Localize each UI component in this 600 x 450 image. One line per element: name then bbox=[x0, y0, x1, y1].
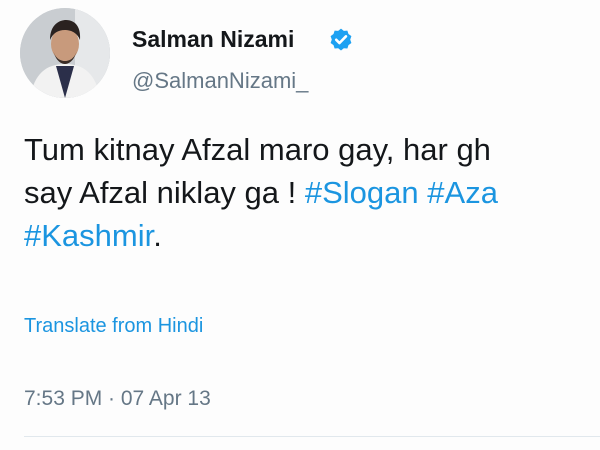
avatar[interactable] bbox=[20, 8, 110, 98]
tweet-text-line-3: #Kashmir. bbox=[24, 214, 600, 257]
divider bbox=[24, 436, 600, 437]
tweet-text-line-2: say Afzal niklay ga ! #Slogan #Aza bbox=[24, 171, 600, 214]
hashtag-aza-link[interactable]: #Aza bbox=[427, 175, 498, 210]
author-name[interactable]: Salman Nizami bbox=[132, 26, 294, 53]
tweet-text: Tum kitnay Afzal maro gay, har gh say Af… bbox=[24, 128, 600, 257]
verified-badge-icon bbox=[330, 28, 352, 51]
profile-photo-icon bbox=[20, 8, 110, 98]
tweet-text-line-1: Tum kitnay Afzal maro gay, har gh bbox=[24, 132, 491, 167]
tweet-text-period: . bbox=[153, 218, 162, 253]
translate-link[interactable]: Translate from Hindi bbox=[24, 315, 203, 338]
tweet-text-plain: say Afzal niklay ga ! bbox=[24, 175, 305, 210]
tweet-card: Salman Nizami @SalmanNizami_ Tum kitnay … bbox=[0, 0, 600, 450]
tweet-timestamp[interactable]: 7:53 PM · 07 Apr 13 bbox=[24, 387, 211, 411]
author-handle[interactable]: @SalmanNizami_ bbox=[132, 68, 308, 94]
hashtag-kashmir-link[interactable]: #Kashmir bbox=[24, 218, 153, 253]
hashtag-slogan-link[interactable]: #Slogan bbox=[305, 175, 419, 210]
